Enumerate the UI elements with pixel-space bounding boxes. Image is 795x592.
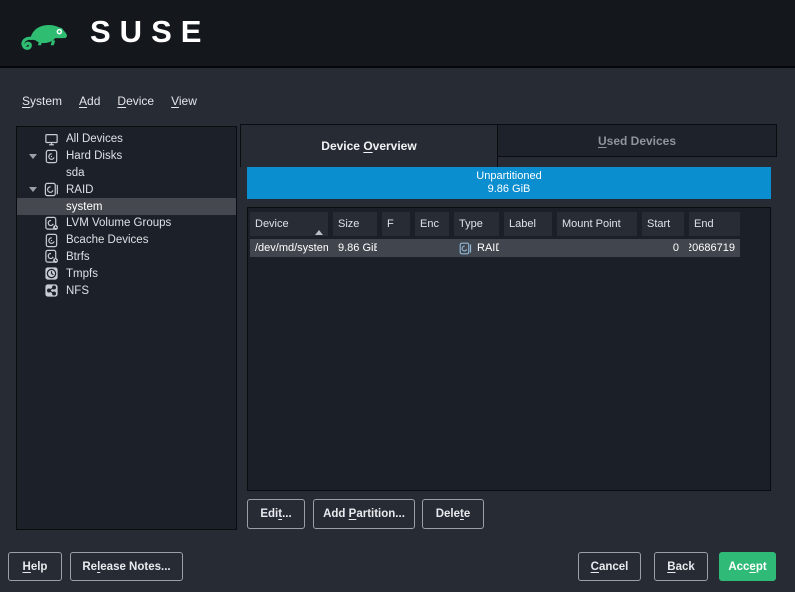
tree-item-all-devices[interactable]: All Devices [17, 131, 236, 148]
tree-item-hard-disks[interactable]: Hard Disks [17, 148, 236, 165]
menu-device[interactable]: Device [115, 93, 156, 109]
cancel-button[interactable]: Cancel [578, 552, 641, 581]
column-header-device[interactable]: Device [250, 212, 328, 236]
column-header-size[interactable]: Size [333, 212, 377, 236]
column-header-f[interactable]: F [382, 212, 410, 236]
clock-icon [43, 266, 59, 282]
column-header-type[interactable]: Type [454, 212, 499, 236]
cell-f [382, 239, 410, 257]
column-header-label[interactable]: Label [504, 212, 552, 236]
cell-device: /dev/md/system [250, 239, 328, 257]
cell-start: 0 [642, 239, 684, 257]
cell-label [504, 239, 552, 257]
menubar: System Add Device View [20, 92, 199, 110]
help-button[interactable]: Help [8, 552, 62, 581]
release-notes-button[interactable]: Release Notes... [70, 552, 183, 581]
delete-button[interactable]: Delete [422, 499, 484, 529]
partitions-table: Device Size F Enc Type Label Mount Point… [247, 207, 771, 491]
menu-add[interactable]: Add [77, 93, 102, 109]
tree-item-system[interactable]: system [17, 198, 236, 215]
accept-button[interactable]: Accept [719, 552, 776, 581]
tree-item-tmpfs[interactable]: Tmpfs [17, 265, 236, 282]
unpartitioned-size: 9.86 GiB [488, 183, 531, 197]
raid-type-icon [459, 242, 472, 255]
edit-button[interactable]: Edit... [247, 499, 305, 529]
tree-item-label: Btrfs [66, 251, 90, 263]
tree-item-label: Tmpfs [66, 268, 98, 280]
column-header-end[interactable]: End [689, 212, 740, 236]
tab-device-overview[interactable]: Device Overview [240, 124, 498, 167]
bcache-icon [43, 232, 59, 248]
expand-arrow-icon[interactable] [23, 187, 43, 192]
sort-ascending-icon [315, 218, 323, 230]
tree-item-sda[interactable]: sda [17, 165, 236, 182]
suse-chameleon-logo-icon [18, 13, 78, 53]
expand-arrow-icon[interactable] [23, 154, 43, 159]
suse-wordmark: SUSE [90, 14, 210, 50]
tree-item-label: RAID [66, 184, 93, 196]
device-tree: All Devices Hard Disks sda RAID [16, 126, 237, 530]
unpartitioned-label: Unpartitioned [476, 170, 541, 184]
table-row[interactable]: /dev/md/system 9.86 GiB RAID 0 20686719 [250, 239, 740, 257]
back-button[interactable]: Back [654, 552, 708, 581]
tree-item-label: LVM Volume Groups [66, 217, 171, 229]
cell-type: RAID [454, 239, 499, 257]
unpartitioned-region-bar[interactable]: Unpartitioned 9.86 GiB [247, 167, 771, 199]
tree-item-lvm-volume-groups[interactable]: LVM Volume Groups [17, 215, 236, 232]
column-header-mount-point[interactable]: Mount Point [557, 212, 637, 236]
menu-system[interactable]: System [20, 93, 64, 109]
hard-disk-icon [43, 148, 59, 164]
tree-item-label: NFS [66, 285, 89, 297]
tree-item-btrfs[interactable]: Btrfs [17, 249, 236, 266]
cell-mount-point [557, 239, 637, 257]
cell-end: 20686719 [689, 239, 740, 257]
tree-item-label: Hard Disks [66, 150, 122, 162]
column-header-start[interactable]: Start [642, 212, 684, 236]
table-header-row: Device Size F Enc Type Label Mount Point… [250, 212, 740, 236]
tree-item-raid[interactable]: RAID [17, 181, 236, 198]
cell-size: 9.86 GiB [333, 239, 377, 257]
btrfs-icon [43, 249, 59, 265]
column-header-enc[interactable]: Enc [415, 212, 449, 236]
cell-enc [415, 239, 449, 257]
menu-view[interactable]: View [169, 93, 199, 109]
raid-icon [43, 182, 59, 198]
tree-item-label: system [66, 201, 102, 213]
lvm-icon [43, 215, 59, 231]
titlebar: SUSE [0, 0, 795, 68]
tree-item-label: Bcache Devices [66, 234, 148, 246]
monitor-icon [43, 131, 59, 147]
share-icon [43, 283, 59, 299]
tree-item-label: All Devices [66, 133, 123, 145]
tree-item-label: sda [66, 167, 85, 179]
tab-used-devices[interactable]: Used Devices [497, 124, 777, 157]
tree-item-nfs[interactable]: NFS [17, 282, 236, 299]
add-partition-button[interactable]: Add Partition... [313, 499, 415, 529]
tree-item-bcache-devices[interactable]: Bcache Devices [17, 232, 236, 249]
